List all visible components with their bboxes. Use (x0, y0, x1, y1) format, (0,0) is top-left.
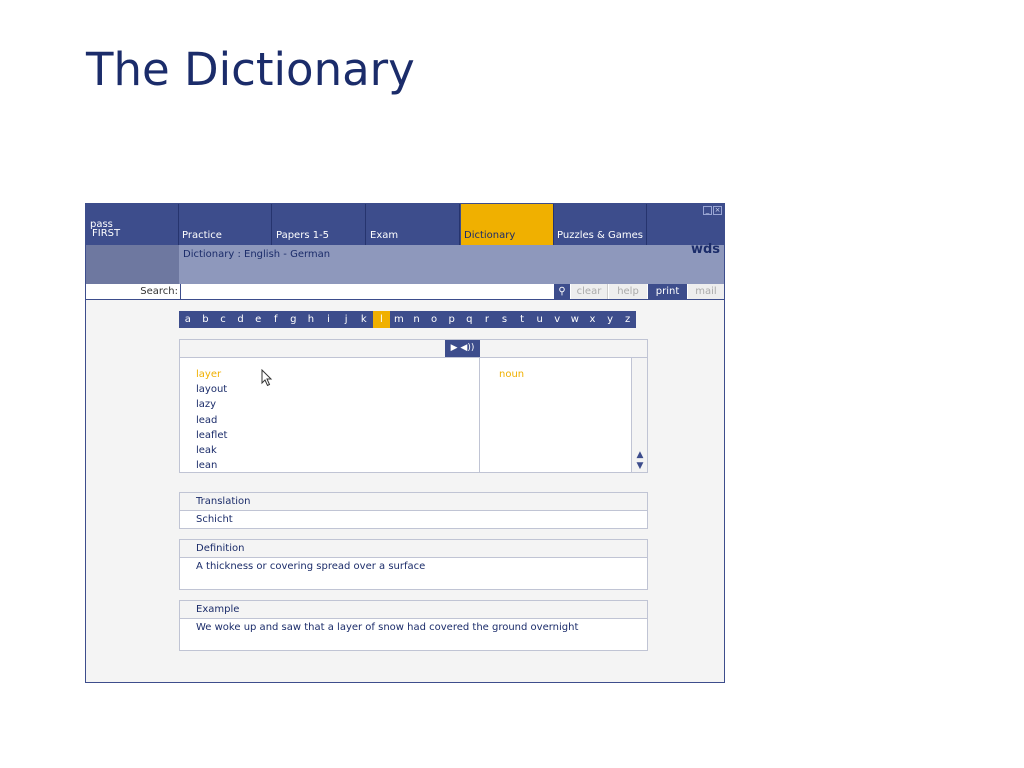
speaker-icon: ◀)) (460, 343, 475, 353)
letter-s[interactable]: s (495, 311, 514, 328)
wds-logo: wds (690, 242, 720, 257)
translation-heading: Translation (180, 493, 647, 511)
letter-j[interactable]: j (337, 311, 355, 328)
letter-i[interactable]: i (319, 311, 338, 328)
letter-f[interactable]: f (266, 311, 285, 328)
mouse-cursor-icon (261, 369, 273, 387)
letter-v[interactable]: v (548, 311, 567, 328)
letter-h[interactable]: h (302, 311, 320, 328)
letter-n[interactable]: n (407, 311, 426, 328)
word-list-item[interactable]: lazy (196, 397, 227, 412)
breadcrumb: Dictionary : English - German (183, 249, 331, 260)
clear-button[interactable]: clear (571, 284, 608, 299)
print-button[interactable]: print (648, 284, 687, 299)
close-icon[interactable]: × (713, 206, 722, 215)
alphabet-bar: abcdefghijklmnopqrstuvwxyz (179, 311, 637, 328)
letter-z[interactable]: z (618, 311, 637, 328)
letter-w[interactable]: w (566, 311, 584, 328)
letter-r[interactable]: r (478, 311, 496, 328)
minimize-icon[interactable]: _ (703, 206, 712, 215)
letter-d[interactable]: d (231, 311, 250, 328)
search-input[interactable] (180, 284, 553, 299)
tab-exam[interactable]: Exam (367, 204, 460, 245)
panel-divider (479, 358, 480, 472)
tab-label: Dictionary (464, 230, 516, 241)
scroll-down-icon[interactable]: ▼ (634, 461, 646, 471)
definition-heading: Definition (180, 540, 647, 558)
play-audio-button[interactable]: ▶ ◀)) (445, 340, 480, 357)
word-list-item[interactable]: lead (196, 413, 227, 428)
part-of-speech: noun (499, 369, 525, 380)
play-icon: ▶ (450, 343, 458, 353)
letter-l[interactable]: l (372, 311, 391, 328)
word-list-panel: ▶ ◀)) layer layout lazy lead leaflet leak lean… (179, 339, 648, 473)
search-icon[interactable]: ⚲ (554, 284, 570, 299)
letter-m[interactable]: m (390, 311, 408, 328)
letter-e[interactable]: e (249, 311, 267, 328)
word-list-item[interactable]: lean (196, 458, 227, 473)
definition-text: A thickness or covering spread over a su… (196, 561, 426, 572)
word-list: layer layout lazy lead leaflet leak lean (196, 367, 227, 473)
word-list-item[interactable]: leaflet (196, 428, 227, 443)
tab-puzzles-games[interactable]: Puzzles & Games (554, 204, 647, 245)
letter-x[interactable]: x (583, 311, 602, 328)
tab-label: Puzzles & Games (557, 230, 643, 241)
help-button[interactable]: help (609, 284, 647, 299)
letter-q[interactable]: q (460, 311, 479, 328)
letter-b[interactable]: b (196, 311, 215, 328)
scroll-up-icon[interactable]: ▲ (634, 450, 646, 460)
word-list-item[interactable]: layout (196, 382, 227, 397)
sub-header: Dictionary : English - German wds (86, 242, 724, 284)
letter-y[interactable]: y (601, 311, 619, 328)
letter-g[interactable]: g (284, 311, 303, 328)
example-text: We woke up and saw that a layer of snow … (196, 622, 579, 633)
tab-label: Papers 1-5 (276, 230, 330, 241)
word-list-header: ▶ ◀)) (180, 340, 647, 358)
letter-o[interactable]: o (425, 311, 443, 328)
letter-t[interactable]: t (513, 311, 531, 328)
definition-panel: Definition A thickness or covering sprea… (179, 539, 648, 590)
dictionary-app-window: pass FIRST Practice Papers 1-5 Exam Dict… (85, 203, 725, 683)
example-panel: Example We woke up and saw that a layer … (179, 600, 648, 651)
window-controls: _ × (703, 206, 722, 215)
tab-label: Practice (182, 230, 222, 241)
word-list-scrollbar[interactable]: ▲ ▼ (631, 358, 647, 472)
search-bar: Search: ⚲ clear help print mail (86, 284, 724, 300)
tab-practice[interactable]: Practice (179, 204, 272, 245)
letter-k[interactable]: k (354, 311, 373, 328)
sub-header-left-block (86, 245, 179, 284)
translation-text: Schicht (196, 514, 233, 525)
brand-line-2: FIRST (92, 228, 121, 239)
tab-dictionary[interactable]: Dictionary (461, 204, 554, 245)
top-navigation: pass FIRST Practice Papers 1-5 Exam Dict… (86, 204, 724, 245)
brand-logo: pass FIRST (86, 204, 179, 245)
letter-u[interactable]: u (530, 311, 549, 328)
letter-p[interactable]: p (442, 311, 461, 328)
word-list-item[interactable]: leak (196, 443, 227, 458)
slide-title: The Dictionary (86, 43, 415, 96)
tab-label: Exam (370, 230, 399, 241)
letter-c[interactable]: c (214, 311, 232, 328)
word-list-item[interactable]: layer (196, 367, 227, 382)
tab-papers[interactable]: Papers 1-5 (273, 204, 366, 245)
mail-button[interactable]: mail (688, 284, 724, 299)
letter-a[interactable]: a (179, 311, 197, 328)
translation-panel: Translation Schicht (179, 492, 648, 529)
search-label: Search: (140, 286, 178, 297)
example-heading: Example (180, 601, 647, 619)
